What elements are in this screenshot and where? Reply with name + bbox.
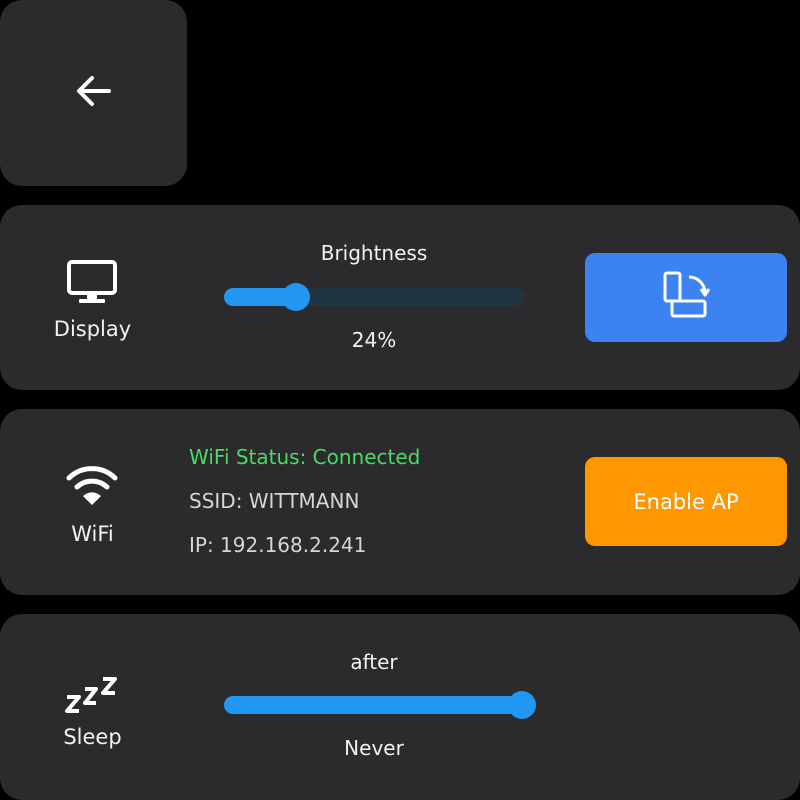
wifi-ssid-text: SSID: WITTMANN [189,489,360,513]
back-button[interactable] [0,0,187,186]
sleep-slider-fill [224,696,522,714]
brightness-slider-knob[interactable] [282,283,310,311]
wifi-card: WiFi WiFi Status: Connected SSID: WITTMA… [0,409,800,595]
enable-ap-button[interactable]: Enable AP [585,457,787,546]
rotate-screen-icon [659,269,713,327]
sleep-icon [62,664,122,724]
sleep-slider[interactable] [224,691,536,719]
display-card: Display Brightness 24% [0,205,800,390]
brightness-value: 24% [351,328,397,352]
wifi-ip-text: IP: 192.168.2.241 [189,533,367,557]
sleep-label: Sleep [63,725,122,749]
rotate-screen-button[interactable] [585,253,787,342]
back-card [0,0,187,186]
sleep-value: Never [344,736,404,760]
display-label: Display [53,317,132,341]
sleep-caption: after [350,650,398,674]
sleep-slider-knob[interactable] [508,691,536,719]
brightness-caption: Brightness [320,241,428,265]
sleep-card: Sleep after Never [0,614,800,800]
wifi-status-text: WiFi Status: Connected [189,445,421,469]
wifi-label: WiFi [71,522,114,546]
wifi-icon [62,455,122,515]
arrow-left-icon [74,71,114,115]
brightness-slider[interactable] [224,283,524,311]
monitor-icon [62,253,122,313]
